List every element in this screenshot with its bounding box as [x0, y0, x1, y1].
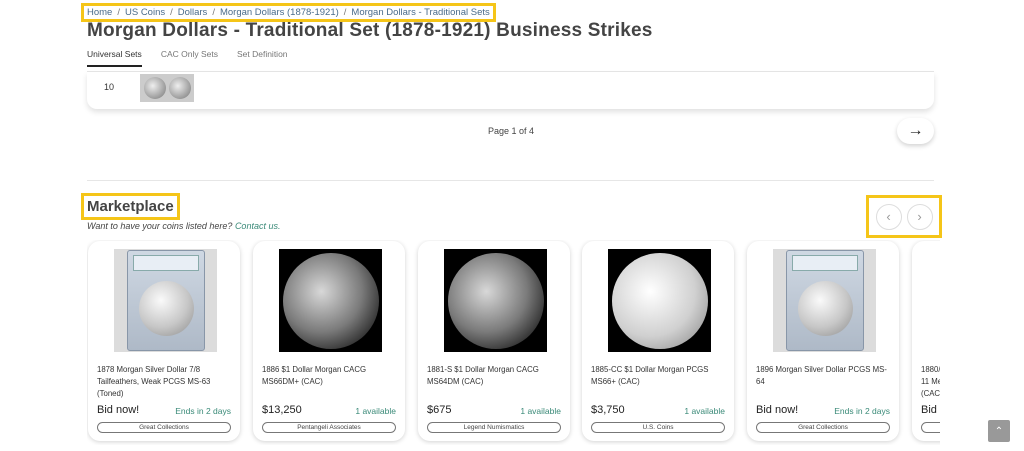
marketplace-title: Marketplace [81, 193, 180, 220]
breadcrumb-traditional-sets[interactable]: Morgan Dollars - Traditional Sets [351, 7, 489, 18]
seller-badge[interactable]: U.S. Coins [591, 422, 725, 433]
breadcrumb-us-coins[interactable]: US Coins [125, 7, 165, 18]
row-rank: 10 [104, 82, 115, 92]
coin-reverse-image [168, 77, 191, 99]
listing-price: $675 [427, 404, 452, 416]
listing-title[interactable]: 1878 Morgan Silver Dollar 7/8 Tailfeathe… [97, 364, 233, 400]
section-divider [87, 180, 934, 181]
listing-image[interactable] [444, 249, 547, 352]
breadcrumb-dollars[interactable]: Dollars [178, 7, 208, 18]
listing-image[interactable] [114, 249, 217, 352]
seller-badge[interactable]: Legend Numismatics [427, 422, 561, 433]
listing-availability: Ends in 2 days [834, 406, 890, 416]
scroll-to-top-button[interactable]: ⌃ [988, 420, 1010, 442]
tab-cac-only-sets[interactable]: CAC Only Sets [161, 49, 218, 67]
listing-title[interactable]: 1885-CC $1 Dollar Morgan PCGS MS66+ (CAC… [591, 364, 727, 388]
listing-price: $3,750 [591, 404, 625, 416]
listing-price: Bid now! [756, 404, 799, 416]
listing-image[interactable] [773, 249, 876, 352]
marketplace-subtitle: Want to have your coins listed here? Con… [87, 221, 280, 231]
listing-card[interactable]: 1885-CC $1 Dollar Morgan PCGS MS66+ (CAC… [582, 241, 734, 441]
chevron-up-icon: ⌃ [994, 425, 1004, 437]
seller-badge[interactable] [921, 422, 940, 433]
marketplace-prompt: Want to have your coins listed here? [87, 221, 233, 231]
carousel-controls: ‹ › [866, 195, 942, 238]
breadcrumb-morgan-dollars[interactable]: Morgan Dollars (1878-1921) [220, 7, 339, 18]
seller-badge[interactable]: Pentangeli Associates [262, 422, 396, 433]
sets-table: 10 [87, 72, 934, 109]
listing-card[interactable]: 1880/ 11 Me (CAC Bid [912, 241, 940, 441]
breadcrumb-separator: / [212, 7, 215, 18]
listing-price: Bid now! [97, 404, 140, 416]
listing-image[interactable] [608, 249, 711, 352]
listing-price: $13,250 [262, 404, 302, 416]
breadcrumb-separator: / [117, 7, 120, 18]
listing-availability: Ends in 2 days [175, 406, 231, 416]
set-tabs: Universal Sets CAC Only Sets Set Definit… [87, 49, 288, 67]
next-page-button[interactable]: → [897, 118, 934, 144]
coin-obverse-image [143, 77, 166, 99]
breadcrumb: Home / US Coins / Dollars / Morgan Dolla… [81, 3, 496, 22]
listing-availability: 1 available [684, 406, 725, 416]
listing-card[interactable]: 1878 Morgan Silver Dollar 7/8 Tailfeathe… [88, 241, 240, 441]
page-title: Morgan Dollars - Traditional Set (1878-1… [87, 20, 653, 41]
chevron-left-icon: ‹ [886, 209, 891, 224]
listing-image[interactable] [279, 249, 382, 352]
listing-card[interactable]: 1896 Morgan Silver Dollar PCGS MS-64 Bid… [747, 241, 899, 441]
breadcrumb-separator: / [343, 7, 347, 18]
listing-card[interactable]: 1881-S $1 Dollar Morgan CACG MS64DM (CAC… [418, 241, 570, 441]
pagination-text: Page 1 of 4 [488, 126, 535, 136]
marketplace-carousel: 1878 Morgan Silver Dollar 7/8 Tailfeathe… [87, 240, 940, 445]
breadcrumb-separator: / [170, 7, 173, 18]
listing-title[interactable]: 1881-S $1 Dollar Morgan CACG MS64DM (CAC… [427, 364, 563, 388]
listing-availability: 1 available [520, 406, 561, 416]
listing-title[interactable]: 1886 $1 Dollar Morgan CACG MS66DM+ (CAC) [262, 364, 398, 388]
seller-badge[interactable]: Great Collections [756, 422, 890, 433]
tab-set-definition[interactable]: Set Definition [237, 49, 288, 67]
listing-price: Bid [921, 404, 937, 416]
listing-card[interactable]: 1886 $1 Dollar Morgan CACG MS66DM+ (CAC)… [253, 241, 405, 441]
coin-thumbnail[interactable] [140, 74, 194, 102]
carousel-prev-button[interactable]: ‹ [875, 203, 902, 230]
listing-title[interactable]: 1880/ 11 Me (CAC [921, 364, 940, 400]
breadcrumb-home[interactable]: Home [87, 7, 112, 18]
listing-title[interactable]: 1896 Morgan Silver Dollar PCGS MS-64 [756, 364, 892, 388]
listing-availability: 1 available [355, 406, 396, 416]
contact-us-link[interactable]: Contact us. [235, 221, 281, 231]
carousel-next-button[interactable]: › [906, 203, 933, 230]
seller-badge[interactable]: Great Collections [97, 422, 231, 433]
arrow-right-icon: → [907, 122, 924, 139]
chevron-right-icon: › [917, 209, 922, 224]
tab-universal-sets[interactable]: Universal Sets [87, 49, 142, 67]
